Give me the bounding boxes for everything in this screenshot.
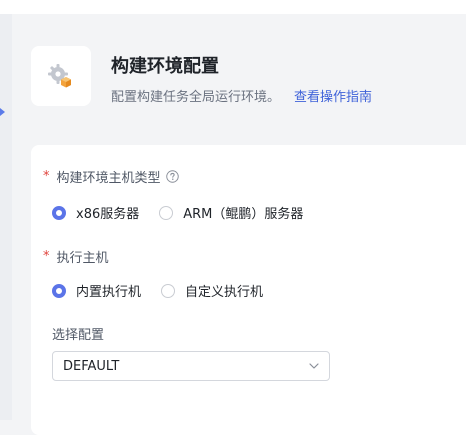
page-description: 配置构建任务全局运行环境。 查看操作指南 <box>111 86 372 105</box>
config-label: 选择配置 <box>52 324 104 343</box>
top-bar <box>0 0 466 14</box>
page-title: 构建环境配置 <box>111 56 219 77</box>
radio-checked-icon[interactable] <box>52 205 66 220</box>
config-select[interactable]: DEFAULT <box>52 351 330 381</box>
host-type-label: * 构建环境主机类型 <box>43 167 179 186</box>
help-icon[interactable] <box>165 170 179 183</box>
chevron-down-icon <box>309 363 319 369</box>
radio-unchecked-icon[interactable] <box>159 205 174 220</box>
header-icon-box <box>31 46 91 106</box>
required-mark: * <box>43 169 50 184</box>
radio-label: 内置执行机 <box>76 285 142 300</box>
guide-link[interactable]: 查看操作指南 <box>294 90 372 105</box>
radio-unchecked-icon[interactable] <box>161 283 176 298</box>
config-label-text: 选择配置 <box>52 328 105 343</box>
gear-cube-icon <box>48 64 71 88</box>
radio-builtin-executor[interactable]: 内置执行机 <box>52 281 141 300</box>
radio-label: ARM（鲲鹏）服务器 <box>183 207 304 222</box>
required-mark: * <box>43 249 50 264</box>
side-collapse-strip <box>0 14 12 420</box>
host-type-label-text: 构建环境主机类型 <box>56 171 161 186</box>
executor-label-text: 执行主机 <box>56 251 109 266</box>
radio-label: x86服务器 <box>76 207 140 222</box>
radio-custom-executor[interactable]: 自定义执行机 <box>161 281 263 300</box>
config-select-value: DEFAULT <box>63 358 120 374</box>
executor-label: * 执行主机 <box>43 247 109 266</box>
description-text: 配置构建任务全局运行环境。 <box>111 90 281 105</box>
radio-checked-icon[interactable] <box>52 283 66 298</box>
expand-arrow-icon[interactable] <box>0 108 5 116</box>
radio-label: 自定义执行机 <box>185 285 264 300</box>
radio-x86-server[interactable]: x86服务器 <box>52 203 139 222</box>
host-type-radio-group: x86服务器 ARM（鲲鹏）服务器 <box>52 203 323 222</box>
radio-arm-server[interactable]: ARM（鲲鹏）服务器 <box>159 203 303 222</box>
executor-radio-group: 内置执行机 自定义执行机 <box>52 281 283 300</box>
